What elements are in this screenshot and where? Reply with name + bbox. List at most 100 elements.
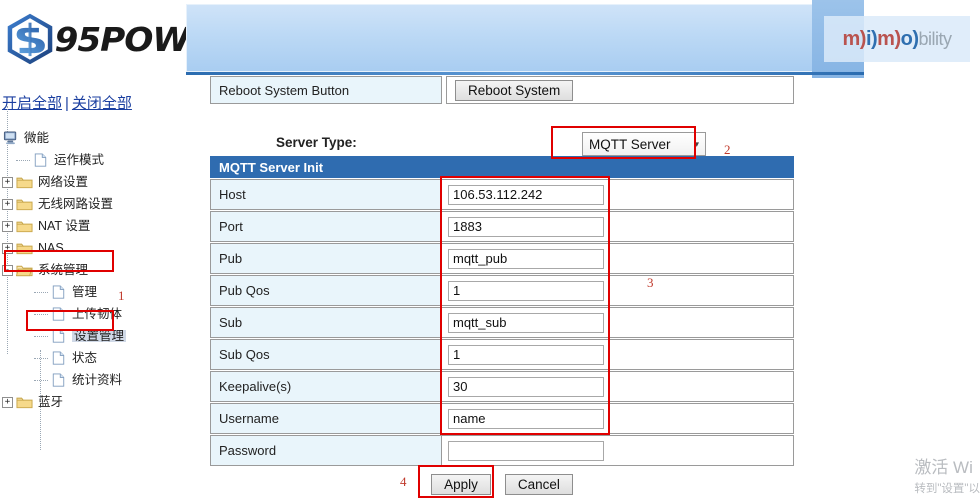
pub-qos-input[interactable] — [448, 281, 604, 301]
expand-toggle-icon[interactable]: + — [2, 177, 13, 188]
row-field-cell — [442, 307, 794, 338]
host-input[interactable] — [448, 185, 604, 205]
row-field-cell — [442, 211, 794, 242]
mimo-m1: m) — [842, 28, 865, 50]
form-actions: Apply Cancel — [210, 471, 794, 497]
port-input[interactable] — [448, 217, 604, 237]
sidebar-item-statistics[interactable]: 统计资料 — [0, 369, 186, 391]
page-icon — [32, 153, 49, 167]
reboot-row-cell: Reboot System — [446, 76, 794, 104]
collapse-toggle-icon[interactable]: - — [2, 265, 13, 276]
row-field-cell — [442, 179, 794, 210]
sidebar-item-label: 微能 — [24, 132, 49, 145]
sidebar-item-label: 网络设置 — [38, 176, 88, 189]
sidebar-item-label: 无线网路设置 — [38, 198, 113, 211]
server-type-value: MQTT Server — [589, 137, 694, 152]
sidebar-item-firmware-upload[interactable]: 上传韧体 — [0, 303, 186, 325]
folder-icon — [16, 241, 33, 255]
expand-toggle-icon[interactable]: + — [2, 199, 13, 210]
expand-toggle-icon[interactable]: + — [2, 397, 13, 408]
row-label: Port — [210, 211, 442, 242]
expand-toggle-icon[interactable]: + — [2, 243, 13, 254]
sub-qos-input[interactable] — [448, 345, 604, 365]
mimo-bility: bility — [919, 29, 952, 49]
sidebar-item-wireless-settings[interactable]: + 无线网路设置 — [0, 193, 186, 215]
sidebar-item-status[interactable]: 状态 — [0, 347, 186, 369]
folder-icon — [16, 197, 33, 211]
row-label: Keepalive(s) — [210, 371, 442, 402]
collapse-all-link[interactable]: 关闭全部 — [72, 95, 132, 112]
row-field-cell — [442, 435, 794, 466]
tree-controls: 开启全部|关闭全部 — [0, 88, 186, 119]
annotation-number-4: 4 — [400, 474, 407, 490]
table-row: Username — [210, 403, 794, 434]
hex-s-logo-icon — [6, 13, 54, 65]
row-field-cell — [442, 275, 794, 306]
page-icon — [50, 373, 67, 387]
links-separator: | — [65, 95, 69, 112]
row-label: Pub — [210, 243, 442, 274]
sidebar-item-network-settings[interactable]: + 网络设置 — [0, 171, 186, 193]
tree-connector — [16, 160, 30, 161]
sidebar-item-label: 状态 — [72, 352, 97, 365]
folder-open-icon — [16, 263, 33, 277]
router-config-page: 95POWER m)i)m)o)bility 开启全部|关闭全部 微能 — [0, 0, 980, 500]
sub-input[interactable] — [448, 313, 604, 333]
expand-all-link[interactable]: 开启全部 — [2, 95, 62, 112]
tree-connector — [34, 336, 48, 337]
row-label: Username — [210, 403, 442, 434]
tree-connector — [34, 292, 48, 293]
reboot-system-button[interactable]: Reboot System — [455, 80, 573, 101]
cancel-button[interactable]: Cancel — [505, 474, 573, 495]
mqtt-server-init-table: MQTT Server Init Host Port Pub — [210, 156, 794, 466]
table-row: Host — [210, 179, 794, 210]
page-icon — [50, 351, 67, 365]
folder-icon — [16, 219, 33, 233]
folder-icon — [16, 395, 33, 409]
table-row: Port — [210, 211, 794, 242]
apply-button[interactable]: Apply — [431, 474, 491, 495]
row-label: Sub — [210, 307, 442, 338]
tree-connector — [34, 314, 48, 315]
sidebar-item-administration[interactable]: 管理 — [0, 281, 186, 303]
mimo-m2: m) — [877, 28, 900, 50]
chevron-down-icon: ▾ — [694, 139, 699, 150]
sidebar-item-label: 上传韧体 — [72, 308, 122, 321]
sidebar-item-label: 蓝牙 — [38, 396, 63, 409]
sidebar-item-root[interactable]: 微能 — [0, 127, 186, 149]
table-row: Pub — [210, 243, 794, 274]
mimobility-logo: m)i)m)o)bility — [824, 16, 970, 62]
mimo-i: i) — [866, 28, 877, 50]
page-icon — [50, 285, 67, 299]
row-field-cell — [442, 339, 794, 370]
table-row: Keepalive(s) — [210, 371, 794, 402]
sidebar-item-label: 统计资料 — [72, 374, 122, 387]
table-row: Sub Qos — [210, 339, 794, 370]
nav-tree: 微能 运作模式 + 网络设置 — [0, 127, 186, 413]
sidebar-item-nas[interactable]: + NAS — [0, 237, 186, 259]
username-input[interactable] — [448, 409, 604, 429]
page-icon — [50, 307, 67, 321]
server-type-label: Server Type: — [276, 135, 357, 150]
sidebar-item-label: 系统管理 — [38, 264, 88, 277]
main-content: Reboot System Button Reboot System Serve… — [186, 76, 980, 500]
sidebar-item-label: NAS — [38, 242, 64, 255]
sidebar-item-settings-management[interactable]: 设置管理 — [0, 325, 186, 347]
expand-toggle-icon[interactable]: + — [2, 221, 13, 232]
keepalive-input[interactable] — [448, 377, 604, 397]
sidebar-item-system-management[interactable]: - 系统管理 — [0, 259, 186, 281]
annotation-number-3: 3 — [647, 275, 654, 291]
pub-input[interactable] — [448, 249, 604, 269]
row-field-cell — [442, 243, 794, 274]
sidebar-item-bluetooth[interactable]: + 蓝牙 — [0, 391, 186, 413]
server-type-row: Server Type: MQTT Server ▾ — [210, 132, 794, 158]
table-title: MQTT Server Init — [210, 156, 794, 178]
row-label: Sub Qos — [210, 339, 442, 370]
page-icon — [50, 329, 67, 343]
sidebar-item-nat-settings[interactable]: + NAT 设置 — [0, 215, 186, 237]
server-type-select[interactable]: MQTT Server ▾ — [582, 132, 706, 156]
tree-connector — [34, 358, 48, 359]
password-input[interactable] — [448, 441, 604, 461]
folder-icon — [16, 175, 33, 189]
sidebar-item-operation-mode[interactable]: 运作模式 — [0, 149, 186, 171]
